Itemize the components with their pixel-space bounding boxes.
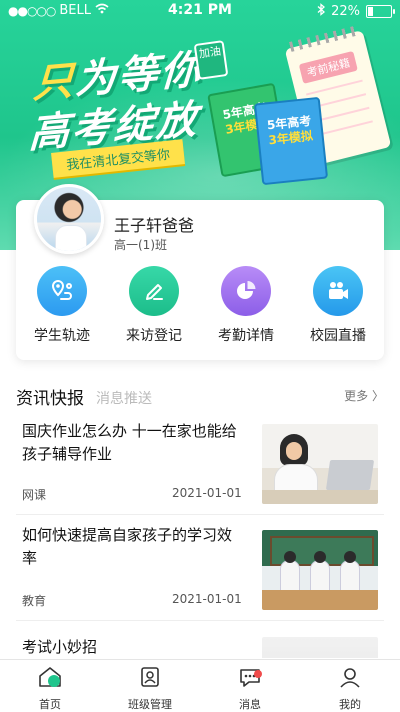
status-bar: ●●○○○ BELL 4:21 PM 22%	[0, 0, 400, 22]
news-thumbnail	[262, 424, 378, 504]
bottom-tab-bar: 首页 班级管理 消息 我的	[0, 659, 400, 712]
banner-tag: 加油	[193, 40, 229, 80]
tab-label: 我的	[339, 698, 361, 711]
action-attendance[interactable]: 考勤详情	[200, 266, 292, 345]
battery-fill	[368, 7, 373, 16]
news-date: 2021-01-01	[172, 592, 242, 606]
tab-class-management[interactable]: 班级管理	[100, 660, 200, 712]
tab-label: 班级管理	[128, 698, 172, 711]
pen-edit-icon	[129, 266, 179, 316]
profile-icon	[337, 665, 363, 693]
action-label: 校园直播	[310, 328, 366, 344]
video-camera-icon	[313, 266, 363, 316]
action-label: 考勤详情	[218, 328, 274, 344]
bluetooth-icon	[317, 3, 326, 20]
list-item[interactable]: 考试小妙招	[22, 636, 378, 658]
pie-chart-icon	[221, 266, 271, 316]
battery-percent: 22%	[331, 4, 360, 19]
tab-label: 首页	[39, 698, 61, 711]
tab-home[interactable]: 首页	[0, 660, 100, 712]
news-section-tab-push[interactable]: 消息推送	[96, 388, 152, 408]
home-icon	[37, 665, 63, 693]
notebook-title: 考前秘籍	[298, 50, 358, 84]
news-headline: 考试小妙招	[22, 638, 98, 656]
action-student-track[interactable]: 学生轨迹	[16, 266, 108, 345]
list-item[interactable]: 如何快速提高自家孩子的学习效率 教育 2021-01-01	[22, 524, 378, 612]
news-header: 资讯快报 消息推送 更多 〉	[16, 384, 384, 409]
news-thumbnail	[262, 530, 378, 610]
divider	[16, 514, 384, 515]
news-headline: 国庆作业怎么办 十一在家也能给孩子辅导作业	[22, 422, 237, 463]
list-item[interactable]: 国庆作业怎么办 十一在家也能给孩子辅导作业 网课 2021-01-01	[22, 420, 378, 508]
news-headline: 如何快速提高自家孩子的学习效率	[22, 526, 233, 567]
action-campus-live[interactable]: 校园直播	[292, 266, 384, 345]
news-category: 教育	[22, 594, 47, 608]
quick-actions: 学生轨迹 来访登记 考勤详情 校园直播	[16, 266, 384, 345]
book-blue-illustration: 5年高考 3年模拟	[253, 96, 329, 186]
news-section-title: 资讯快报	[16, 389, 84, 409]
class-name: 高一(1)班	[114, 238, 167, 252]
location-route-icon	[37, 266, 87, 316]
avatar[interactable]	[34, 184, 104, 254]
action-visit-register[interactable]: 来访登记	[108, 266, 200, 345]
news-date: 2021-01-01	[172, 486, 242, 500]
tab-profile[interactable]: 我的	[300, 660, 400, 712]
parent-name: 王子轩爸爸	[114, 216, 195, 235]
news-thumbnail	[262, 637, 378, 658]
news-category: 网课	[22, 488, 47, 502]
tab-messages[interactable]: 消息	[200, 660, 300, 712]
tab-label: 消息	[239, 698, 261, 711]
class-management-icon	[137, 665, 163, 693]
divider	[16, 620, 384, 621]
action-label: 来访登记	[126, 328, 182, 344]
news-more-link[interactable]: 更多 〉	[344, 387, 384, 404]
battery-icon	[366, 5, 395, 18]
message-badge	[254, 670, 262, 678]
action-label: 学生轨迹	[34, 328, 90, 344]
